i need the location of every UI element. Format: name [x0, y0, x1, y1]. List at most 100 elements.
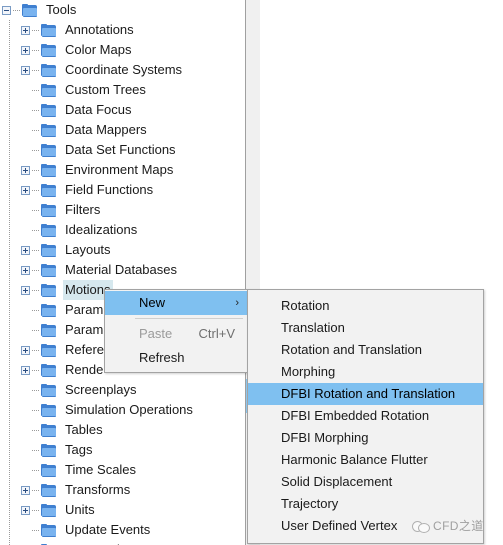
tree-item-layouts[interactable]: Layouts: [0, 240, 244, 260]
tree-item-simulation-operations[interactable]: Simulation Operations: [0, 400, 244, 420]
submenu-item-rotation[interactable]: Rotation: [248, 295, 483, 317]
tree-item-tables[interactable]: Tables: [0, 420, 244, 440]
tree-item-label: Data Focus: [65, 102, 132, 117]
menu-item-refresh[interactable]: Refresh: [105, 346, 247, 370]
tree-expand-icon[interactable]: [21, 365, 30, 375]
tree-item-material-databases[interactable]: Material Databases: [0, 260, 244, 280]
menu-item-new[interactable]: New ›: [105, 291, 247, 315]
tree-item-field-functions[interactable]: Field Functions: [0, 180, 244, 200]
tree-collapse-icon[interactable]: [2, 5, 11, 15]
tree-item-tags[interactable]: Tags: [0, 440, 244, 460]
tree-item-label: Update Events: [65, 522, 151, 537]
tree-connector: [32, 409, 39, 411]
tree-toggle-spacer: [21, 386, 30, 395]
tree-connector: [32, 49, 39, 51]
tree-connector: [32, 509, 39, 511]
tree-item-data-mappers[interactable]: Data Mappers: [0, 120, 244, 140]
tree-expand-icon[interactable]: [21, 25, 30, 35]
tree-item-label: Transforms: [65, 482, 131, 497]
submenu-item-dfbi-rotation-and-translation[interactable]: DFBI Rotation and Translation: [248, 383, 483, 405]
tree-expand-icon[interactable]: [21, 285, 30, 295]
tree-connector: [32, 489, 39, 491]
tree-item-time-scales[interactable]: Time Scales: [0, 460, 244, 480]
tree-item-screenplays[interactable]: Screenplays: [0, 380, 244, 400]
tree-expand-icon[interactable]: [21, 485, 30, 495]
tree-connector: [32, 329, 39, 331]
tree-connector: [32, 89, 39, 91]
tree-connector: [32, 189, 39, 191]
tree-item-color-maps[interactable]: Color Maps: [0, 40, 244, 60]
tree-toggle-spacer: [21, 526, 30, 535]
submenu-item-morphing[interactable]: Morphing: [248, 361, 483, 383]
folder-icon: [41, 263, 57, 277]
tree-guide-line: [9, 300, 10, 320]
submenu-item-harmonic-balance-flutter[interactable]: Harmonic Balance Flutter: [248, 449, 483, 471]
tree-connector: [32, 309, 39, 311]
tree-guide-line: [9, 460, 10, 480]
tree-item-label: Color Maps: [65, 42, 132, 57]
tree-item-environment-maps[interactable]: Environment Maps: [0, 160, 244, 180]
tree-connector: [32, 269, 39, 271]
submenu-item-dfbi-morphing[interactable]: DFBI Morphing: [248, 427, 483, 449]
tree-item-label: Tags: [65, 442, 93, 457]
tree-connector: [32, 449, 39, 451]
tree-item-data-focus[interactable]: Data Focus: [0, 100, 244, 120]
tree-item-label: Filters: [65, 202, 101, 217]
tree-item-data-set-functions[interactable]: Data Set Functions: [0, 140, 244, 160]
submenu-item-trajectory[interactable]: Trajectory: [248, 493, 483, 515]
tree-item-label: Units: [65, 502, 95, 517]
tree-expand-icon[interactable]: [21, 165, 30, 175]
tree-connector: [32, 389, 39, 391]
submenu-item-solid-displacement[interactable]: Solid Displacement: [248, 471, 483, 493]
submenu-item-translation[interactable]: Translation: [248, 317, 483, 339]
new-motion-submenu[interactable]: Rotation Translation Rotation and Translat…: [247, 289, 484, 544]
tree-connector: [32, 429, 39, 431]
folder-icon: [41, 163, 57, 177]
tree-expand-icon[interactable]: [21, 45, 30, 55]
tree-toggle-spacer: [21, 146, 30, 155]
tree-connector: [32, 469, 39, 471]
tree-expand-icon[interactable]: [21, 245, 30, 255]
tree-item-label: Coordinate Systems: [65, 62, 183, 77]
tree-item-transforms[interactable]: Transforms: [0, 480, 244, 500]
tree-toggle-spacer: [21, 426, 30, 435]
motions-context-menu[interactable]: New › Paste Ctrl+V Refresh: [104, 289, 248, 373]
tree-item-label: Field Functions: [65, 182, 154, 197]
tree-item-tools[interactable]: Tools: [0, 0, 244, 20]
tree-item-update-events[interactable]: Update Events: [0, 520, 244, 540]
tree-item-label: Data Set Functions: [65, 142, 176, 157]
tree-expand-icon[interactable]: [21, 345, 30, 355]
tree-toggle-spacer: [21, 406, 30, 415]
tree-item-label: Param: [65, 322, 104, 337]
tree-item-label: Data Mappers: [65, 122, 147, 137]
submenu-item-user-defined-vertex[interactable]: User Defined Vertex: [248, 515, 483, 537]
submenu-item-rotation-and-translation[interactable]: Rotation and Translation: [248, 339, 483, 361]
tree-toggle-spacer: [21, 226, 30, 235]
tree-toggle-spacer: [21, 126, 30, 135]
simulation-object-tree[interactable]: Tools Annotations Color Maps Coordinate Sys…: [0, 0, 244, 545]
tree-expand-icon[interactable]: [21, 65, 30, 75]
tree-toggle-spacer: [21, 206, 30, 215]
folder-icon: [41, 443, 57, 457]
menu-item-shortcut: Ctrl+V: [198, 326, 235, 341]
tree-item-custom-trees[interactable]: Custom Trees: [0, 80, 244, 100]
tree-guide-line: [9, 60, 10, 80]
tree-guide-line: [9, 100, 10, 120]
menu-item-paste: Paste Ctrl+V: [105, 322, 247, 346]
tree-guide-line: [9, 20, 10, 40]
tree-expand-icon[interactable]: [21, 185, 30, 195]
tree-item-user-code[interactable]: User Code: [0, 540, 244, 545]
tree-guide-line: [9, 280, 10, 300]
tree-item-filters[interactable]: Filters: [0, 200, 244, 220]
tree-expand-icon[interactable]: [21, 265, 30, 275]
tree-item-units[interactable]: Units: [0, 500, 244, 520]
folder-icon: [41, 323, 57, 337]
tree-item-coordinate-systems[interactable]: Coordinate Systems: [0, 60, 244, 80]
tree-guide-line: [9, 180, 10, 200]
tree-item-annotations[interactable]: Annotations: [0, 20, 244, 40]
submenu-item-dfbi-embedded-rotation[interactable]: DFBI Embedded Rotation: [248, 405, 483, 427]
tree-expand-icon[interactable]: [21, 505, 30, 515]
tree-connector: [32, 149, 39, 151]
tree-item-idealizations[interactable]: Idealizations: [0, 220, 244, 240]
tree-toggle-spacer: [21, 106, 30, 115]
